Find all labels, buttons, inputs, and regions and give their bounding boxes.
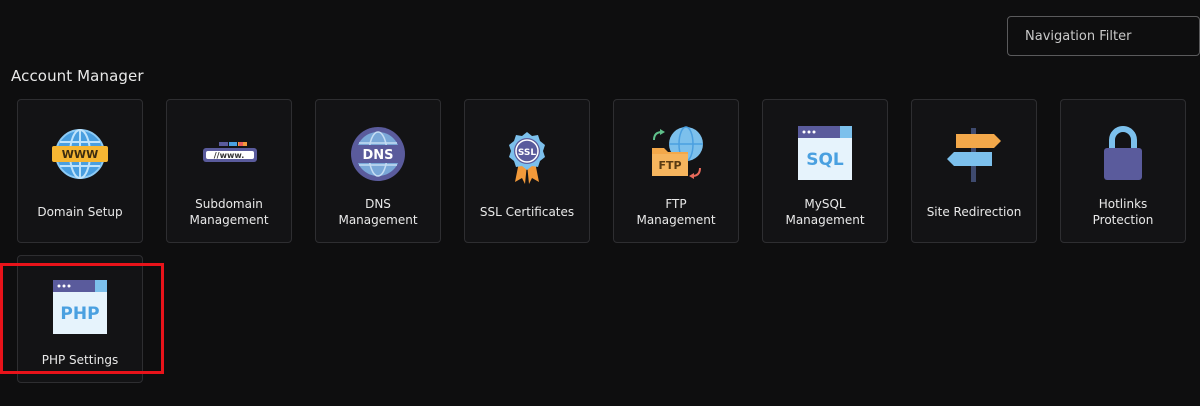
tile-site-redirection[interactable]: Site Redirection — [911, 99, 1037, 243]
tile-label: SSL Certificates — [479, 205, 575, 219]
svg-text:WWW: WWW — [62, 148, 98, 161]
svg-text:DNS: DNS — [362, 148, 393, 163]
account-manager-page: Account Manager WWW Domain Setup //www. … — [0, 0, 1200, 406]
tile-label: Domain Setup — [37, 205, 123, 219]
tile-hotlinks-protection[interactable]: Hotlinks Protection — [1060, 99, 1186, 243]
tile-label: Site Redirection — [926, 205, 1022, 219]
tile-php-settings[interactable]: PHP PHP Settings — [17, 255, 143, 383]
tile-ftp-management[interactable]: FTP FTP Management — [613, 99, 739, 243]
tile-label: FTP Management — [636, 197, 716, 227]
tile-label: MySQL Management — [785, 197, 865, 227]
tile-dns-management[interactable]: DNS DNS Management — [315, 99, 441, 243]
section-title: Account Manager — [11, 67, 144, 85]
navigation-filter-input[interactable] — [1007, 16, 1200, 56]
svg-text:FTP: FTP — [658, 159, 681, 172]
tile-label: Subdomain Management — [189, 197, 269, 227]
tile-mysql-management[interactable]: SQL MySQL Management — [762, 99, 888, 243]
ftp-folder-icon: FTP — [652, 126, 703, 179]
tile-label: DNS Management — [338, 197, 418, 227]
tile-domain-setup[interactable]: WWW Domain Setup — [17, 99, 143, 243]
svg-text:SQL: SQL — [806, 150, 844, 170]
padlock-icon — [1104, 126, 1142, 180]
svg-text:PHP: PHP — [60, 304, 99, 324]
php-window-icon: PHP — [53, 280, 107, 334]
ssl-badge-icon: SSL — [509, 132, 545, 184]
tile-label: PHP Settings — [41, 353, 119, 367]
tile-ssl-certificates[interactable]: SSL SSL Certificates — [464, 99, 590, 243]
globe-www-icon: WWW — [52, 129, 108, 179]
tile-label: Hotlinks Protection — [1092, 197, 1154, 227]
svg-text:SSL: SSL — [518, 148, 537, 158]
mysql-window-icon: SQL — [798, 126, 852, 180]
subdomain-url-icon: //www. — [203, 142, 257, 162]
dns-globe-icon: DNS — [351, 127, 405, 181]
signpost-icon — [947, 128, 1001, 182]
svg-text://www.: //www. — [214, 151, 245, 160]
tile-subdomain-management[interactable]: //www. Subdomain Management — [166, 99, 292, 243]
